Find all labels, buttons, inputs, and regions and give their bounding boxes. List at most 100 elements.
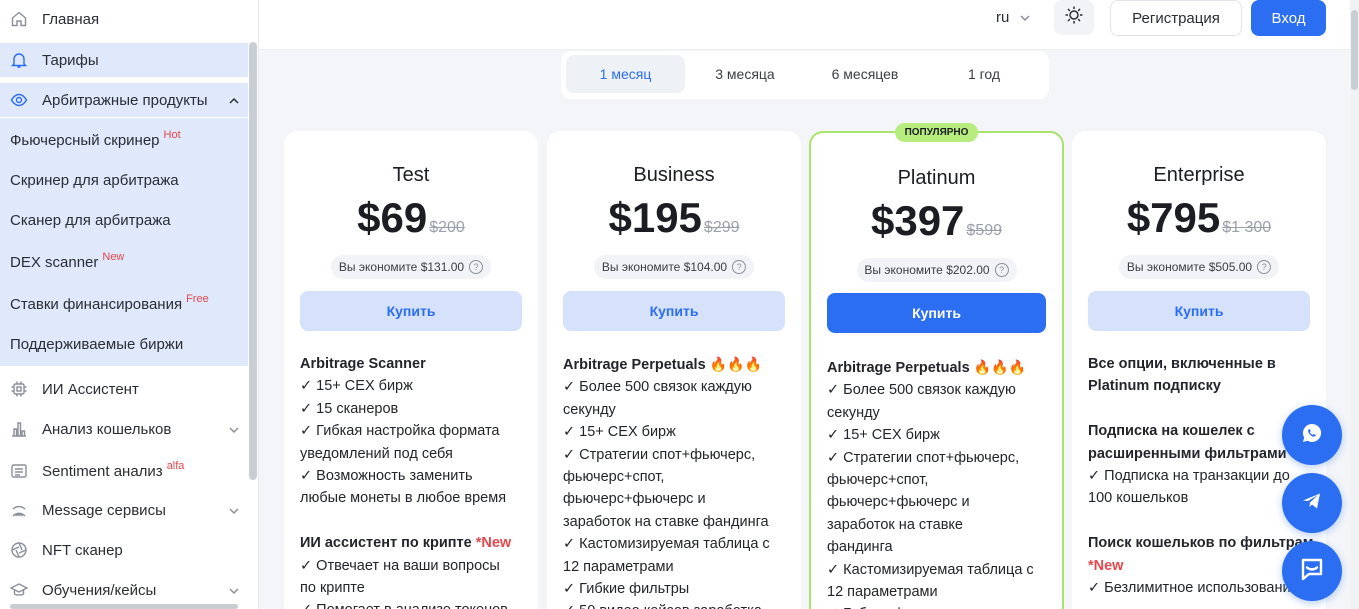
tab-3-months[interactable]: 3 месяца (689, 55, 801, 93)
whatsapp-icon (1300, 421, 1324, 450)
theme-toggle-button[interactable] (1054, 0, 1094, 35)
sidebar-item-nft-scanner[interactable]: NFT сканер (0, 533, 248, 567)
graduation-cap-icon (10, 581, 28, 599)
sidebar-item-label: ИИ Ассистент (42, 380, 139, 398)
submenu-item-dex-scanner[interactable]: DEX scanner New (10, 251, 124, 271)
telegram-icon (1300, 489, 1324, 518)
sidebar-item-education[interactable]: Обучения/кейсы (0, 573, 248, 607)
submenu-item-arbitrage-scanner[interactable]: Сканер для арбитража (10, 212, 171, 229)
new-tag: *New (1088, 557, 1124, 574)
feature-line: фандинга (827, 539, 893, 556)
sidebar-item-sentiment[interactable]: Sentiment анализ alfa (0, 454, 248, 488)
hot-tag: Hot (163, 129, 181, 141)
tab-6-months[interactable]: 6 месяцев (805, 55, 925, 93)
help-icon[interactable]: ? (994, 263, 1009, 277)
feature-line: ✓ Кастомизируемая таблица с (563, 536, 770, 553)
page-scrollbar-thumb[interactable] (1351, 10, 1358, 90)
feature-line: фьючерс+спот, (563, 469, 665, 486)
sidebar-item-label: Sentiment анализ alfa (42, 459, 185, 480)
plan-old-price: $299 (703, 219, 740, 236)
price-row: $795 $1 300 (1072, 194, 1326, 242)
submenu-item-supported-exchanges[interactable]: Поддерживаемые биржи (10, 336, 183, 353)
submenu-item-funding-rates[interactable]: Ставки финансирования Free (10, 293, 209, 313)
savings-badge: Вы экономите $104.00? (593, 255, 755, 279)
tab-1-month[interactable]: 1 месяц (566, 55, 685, 93)
alfa-tag: alfa (166, 459, 185, 472)
top-header: ru Регистрация Вход (259, 0, 1359, 50)
buy-button[interactable]: Купить (1088, 291, 1310, 331)
sidebar-horizontal-scrollbar[interactable] (10, 604, 238, 609)
plan-card-business: Business $195 $299 Вы экономите $104.00? … (547, 131, 801, 609)
chat-icon (1298, 555, 1326, 588)
sidebar-item-ai-assistant[interactable]: ИИ Ассистент (0, 372, 248, 406)
buy-button[interactable]: Купить (827, 293, 1046, 333)
plan-card-test: Test $69 $200 Вы экономите $131.00? Купит… (284, 131, 538, 609)
feature-line: ✓ 50 видео кейсов заработка (563, 600, 791, 609)
whatsapp-button[interactable] (1282, 405, 1342, 465)
help-icon[interactable]: ? (469, 260, 484, 274)
help-icon[interactable]: ? (732, 260, 747, 274)
sidebar-item-label: Анализ кошельков (42, 420, 172, 438)
chevron-up-icon (228, 94, 240, 106)
sidebar-item-home[interactable]: Главная (0, 2, 248, 36)
sidebar: Главная Тарифы Арбитражные продукты Фьюч… (0, 0, 259, 609)
feature-line: Все опции, включенные в (1088, 356, 1276, 372)
tab-1-year[interactable]: 1 год (929, 55, 1039, 93)
chevron-down-icon (228, 504, 240, 516)
feature-line: Arbitrage Perpetuals 🔥🔥🔥 (563, 356, 762, 373)
telegram-button[interactable] (1282, 473, 1342, 533)
eye-icon (10, 91, 28, 109)
sidebar-item-label: Обучения/кейсы (42, 581, 157, 599)
feature-line: фьючерс+спот, (827, 472, 929, 489)
feature-line: 12 параметрами (563, 558, 674, 575)
help-icon[interactable]: ? (1257, 260, 1272, 274)
sidebar-item-arbitrage[interactable]: Арбитражные продукты (0, 83, 248, 117)
chevron-down-icon (228, 423, 240, 435)
newspaper-icon (10, 462, 28, 480)
feature-line: любые монеты в любое время (300, 490, 507, 507)
chip-icon (10, 380, 28, 398)
language-value: ru (996, 8, 1010, 26)
submenu-item-futures-screener[interactable]: Фьючерсный скринер Hot (10, 129, 181, 149)
feature-list: Arbitrage Perpetuals 🔥🔥🔥 ✓ Более 500 связ… (563, 353, 791, 609)
arbitrage-submenu: Фьючерсный скринер Hot Скринер для арбитр… (0, 118, 248, 366)
signal-icon (10, 501, 28, 519)
sidebar-item-label: Арбитражные продукты (42, 91, 208, 109)
login-button[interactable]: Вход (1251, 0, 1326, 36)
popular-badge: ПОПУЛЯРНО (894, 123, 979, 142)
submenu-item-arbitrage-screener[interactable]: Скринер для арбитража (10, 172, 179, 189)
billing-period-tabs: 1 месяц 3 месяца 6 месяцев 1 год (561, 51, 1049, 99)
feature-line: Поиск кошельков по фильтрам (1088, 535, 1314, 552)
feature-line: Arbitrage Scanner (300, 356, 426, 372)
page-scrollbar[interactable] (1350, 0, 1359, 609)
fire-icon: 🔥🔥🔥 (709, 356, 762, 372)
feature-line: заработок на ставке (827, 516, 963, 533)
savings-badge: Вы экономите $202.00? (856, 258, 1017, 282)
feature-line: Platinum подписку (1088, 378, 1221, 395)
sidebar-item-wallet-analysis[interactable]: Анализ кошельков (0, 412, 248, 446)
feature-line: заработок на ставке фандинга (563, 513, 769, 530)
buy-button[interactable]: Купить (300, 291, 522, 331)
feature-line: ✓ 15 сканеров (300, 400, 399, 417)
buy-button[interactable]: Купить (563, 291, 785, 331)
plan-price: $195 (608, 194, 702, 241)
sidebar-scrollbar[interactable] (249, 42, 257, 480)
plan-card-platinum: ПОПУЛЯРНО Platinum $397 $599 Вы экономите… (809, 123, 1064, 609)
savings-badge: Вы экономите $131.00? (330, 255, 492, 279)
feature-list: Все опции, включенные в Platinum подписку… (1088, 353, 1316, 599)
feature-spacer (300, 510, 528, 532)
plan-old-price: $1 300 (1222, 219, 1272, 236)
sidebar-item-message-services[interactable]: Message сервисы (0, 493, 248, 527)
chat-button[interactable] (1282, 541, 1342, 601)
fire-icon: 🔥🔥🔥 (973, 359, 1026, 375)
feature-line: ✓ Подписка на транзакции до (1088, 468, 1290, 485)
feature-line: ✓ Более 500 связок каждую (827, 382, 1016, 399)
language-selector[interactable]: ru (996, 8, 1040, 26)
feature-line: ✓ Гибкая настройка формата (300, 423, 500, 440)
plan-name: Business (633, 164, 715, 186)
register-button[interactable]: Регистрация (1110, 0, 1242, 36)
feature-line: ✓ 15+ CEX бирж (827, 427, 940, 444)
feature-line: ✓ Более 500 связок каждую (563, 379, 752, 396)
feature-line: фьючерс+фьючерс и (827, 494, 970, 511)
sidebar-item-tariffs[interactable]: Тарифы (0, 43, 248, 77)
